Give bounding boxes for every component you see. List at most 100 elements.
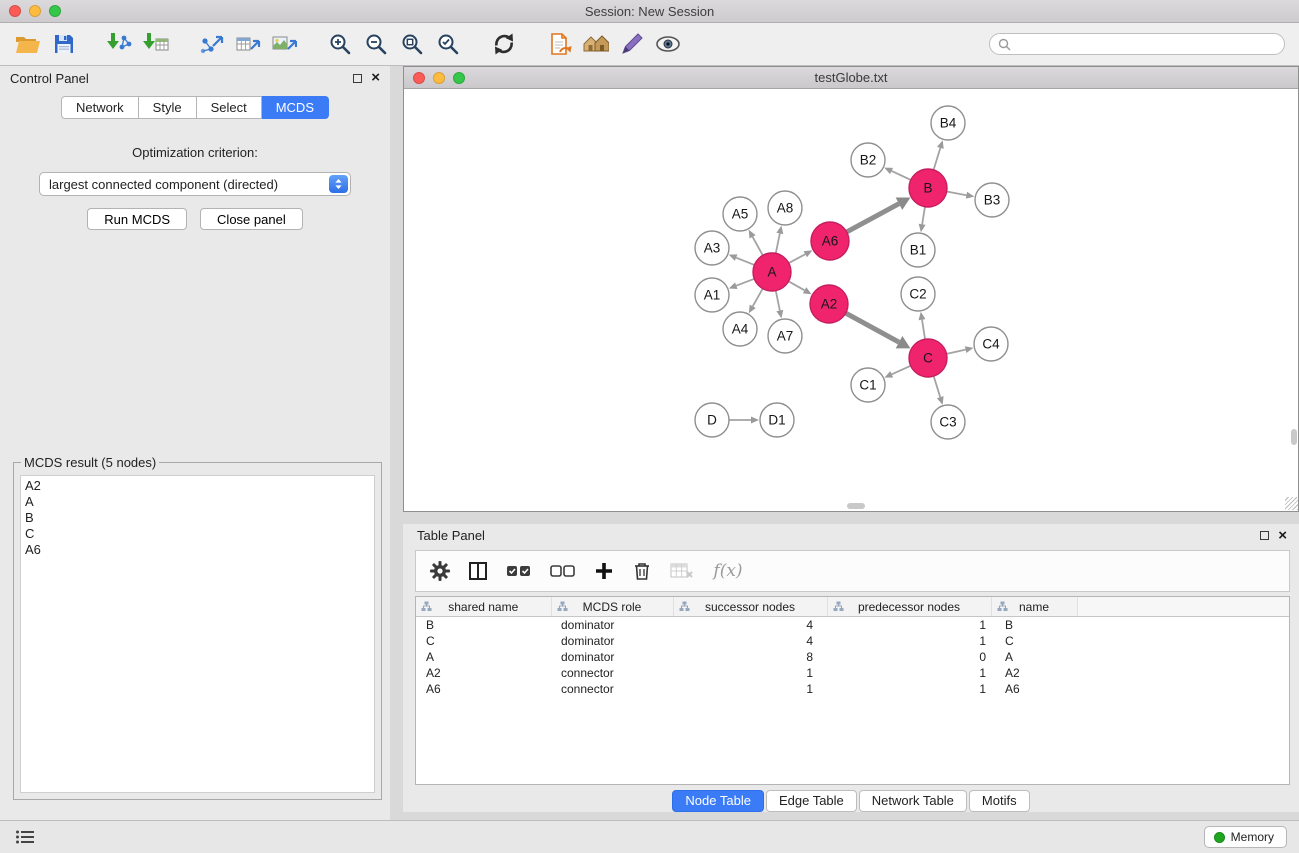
float-table-panel-icon[interactable]: [1260, 531, 1269, 540]
graph-edge: [892, 171, 911, 180]
horizontal-scroll-thumb[interactable]: [847, 503, 865, 509]
graph-node-C3[interactable]: C3: [931, 405, 965, 439]
column-header-name[interactable]: name: [991, 597, 1077, 617]
graph-node-C1[interactable]: C1: [851, 368, 885, 402]
search-input[interactable]: [1016, 37, 1276, 51]
show-graphics-button[interactable]: [650, 28, 686, 60]
column-header-predecessor-nodes[interactable]: predecessor nodes: [827, 597, 991, 617]
graph-node-B1[interactable]: B1: [901, 233, 935, 267]
export-network-button[interactable]: [194, 28, 230, 60]
tab-node-table[interactable]: Node Table: [672, 790, 764, 812]
minimize-window-icon[interactable]: [29, 5, 41, 17]
resize-grip[interactable]: [1285, 497, 1298, 510]
tab-edge-table[interactable]: Edge Table: [766, 790, 857, 812]
zoom-selected-icon: [437, 33, 459, 55]
tab-network-table[interactable]: Network Table: [859, 790, 967, 812]
table-settings-button[interactable]: [424, 555, 456, 587]
svg-text:A1: A1: [704, 288, 721, 303]
home-button[interactable]: [578, 28, 614, 60]
graph-node-A6[interactable]: A6: [811, 222, 849, 260]
task-history-button[interactable]: [12, 825, 38, 849]
mcds-result-item[interactable]: B: [25, 510, 370, 526]
table-row[interactable]: A6connector11A6: [416, 681, 1289, 697]
minimize-network-window-icon[interactable]: [433, 72, 445, 84]
edge-arrow: [937, 140, 944, 149]
zoom-selected-button[interactable]: [430, 28, 466, 60]
tab-motifs[interactable]: Motifs: [969, 790, 1030, 812]
table-panel-header: Table Panel ×: [403, 524, 1299, 548]
graph-node-A7[interactable]: A7: [768, 319, 802, 353]
edge-arrow: [751, 417, 759, 424]
memory-button[interactable]: Memory: [1204, 826, 1287, 848]
zoom-out-button[interactable]: [358, 28, 394, 60]
import-table-button[interactable]: [138, 28, 174, 60]
select-all-rows-button[interactable]: [500, 555, 538, 587]
table-row[interactable]: A2connector11A2: [416, 665, 1289, 681]
zoom-in-button[interactable]: [322, 28, 358, 60]
graph-node-A3[interactable]: A3: [695, 231, 729, 265]
graph-node-C[interactable]: C: [909, 339, 947, 377]
import-network-button[interactable]: [102, 28, 138, 60]
graph-node-C2[interactable]: C2: [901, 277, 935, 311]
close-network-window-icon[interactable]: [413, 72, 425, 84]
graph-node-D1[interactable]: D1: [760, 403, 794, 437]
column-header-successor-nodes[interactable]: successor nodes: [673, 597, 827, 617]
graph-node-B[interactable]: B: [909, 169, 947, 207]
zoom-window-icon[interactable]: [49, 5, 61, 17]
mcds-result-item[interactable]: A2: [25, 478, 370, 494]
tab-mcds[interactable]: MCDS: [262, 96, 329, 119]
open-session-button[interactable]: [10, 28, 46, 60]
graph-node-C4[interactable]: C4: [974, 327, 1008, 361]
tab-style[interactable]: Style: [139, 96, 197, 119]
graph-node-A4[interactable]: A4: [723, 312, 757, 346]
graph-node-A8[interactable]: A8: [768, 191, 802, 225]
close-table-panel-icon[interactable]: ×: [1278, 530, 1287, 542]
graph-node-B4[interactable]: B4: [931, 106, 965, 140]
graph-node-A1[interactable]: A1: [695, 278, 729, 312]
save-session-button[interactable]: [46, 28, 82, 60]
column-header-mcds-role[interactable]: MCDS role: [551, 597, 673, 617]
table-row[interactable]: Bdominator41B: [416, 617, 1289, 634]
search-box[interactable]: [989, 33, 1285, 55]
column-header-shared-name[interactable]: shared name: [416, 597, 551, 617]
mcds-result-item[interactable]: A: [25, 494, 370, 510]
zoom-fit-button[interactable]: [394, 28, 430, 60]
float-panel-icon[interactable]: [353, 74, 362, 83]
mcds-result-item[interactable]: A6: [25, 542, 370, 558]
run-mcds-button[interactable]: Run MCDS: [87, 208, 187, 230]
panel-splitter[interactable]: [390, 66, 403, 820]
deselect-all-rows-button[interactable]: [544, 555, 582, 587]
graph-node-A2[interactable]: A2: [810, 285, 848, 323]
vertical-scroll-thumb[interactable]: [1291, 429, 1297, 445]
zoom-fit-icon: [401, 33, 423, 55]
column-visibility-button[interactable]: [462, 555, 494, 587]
function-builder-button[interactable]: f(x): [706, 555, 750, 587]
graph-node-D[interactable]: D: [695, 403, 729, 437]
graph-node-A[interactable]: A: [753, 253, 791, 291]
export-table-button[interactable]: [230, 28, 266, 60]
graph-node-A5[interactable]: A5: [723, 197, 757, 231]
tab-select[interactable]: Select: [197, 96, 262, 119]
table-panel: Table Panel ×: [403, 524, 1299, 812]
graph-node-B3[interactable]: B3: [975, 183, 1009, 217]
annotations-button[interactable]: [614, 28, 650, 60]
table-row[interactable]: Adominator80A: [416, 649, 1289, 665]
close-panel-icon[interactable]: ×: [371, 72, 380, 84]
deselect-all-icon: [550, 563, 576, 579]
network-canvas[interactable]: B4 B2 B B3 A5 A8 A6 A3 A B1 A1 A2 C2 A4 A7 C4 C C1 C3 D D1: [404, 89, 1298, 510]
mcds-result-list[interactable]: A2ABCA6: [20, 475, 375, 793]
delete-table-button[interactable]: [664, 555, 700, 587]
close-panel-button[interactable]: Close panel: [200, 208, 303, 230]
optimization-criterion-select[interactable]: largest connected component (directed): [39, 172, 351, 196]
graph-node-B2[interactable]: B2: [851, 143, 885, 177]
add-column-button[interactable]: [588, 555, 620, 587]
open-document-button[interactable]: [542, 28, 578, 60]
export-image-button[interactable]: [266, 28, 302, 60]
zoom-network-window-icon[interactable]: [453, 72, 465, 84]
mcds-result-item[interactable]: C: [25, 526, 370, 542]
tab-network[interactable]: Network: [61, 96, 139, 119]
delete-column-button[interactable]: [626, 555, 658, 587]
apply-layout-button[interactable]: [486, 28, 522, 60]
close-window-icon[interactable]: [9, 5, 21, 17]
table-row[interactable]: Cdominator41C: [416, 633, 1289, 649]
